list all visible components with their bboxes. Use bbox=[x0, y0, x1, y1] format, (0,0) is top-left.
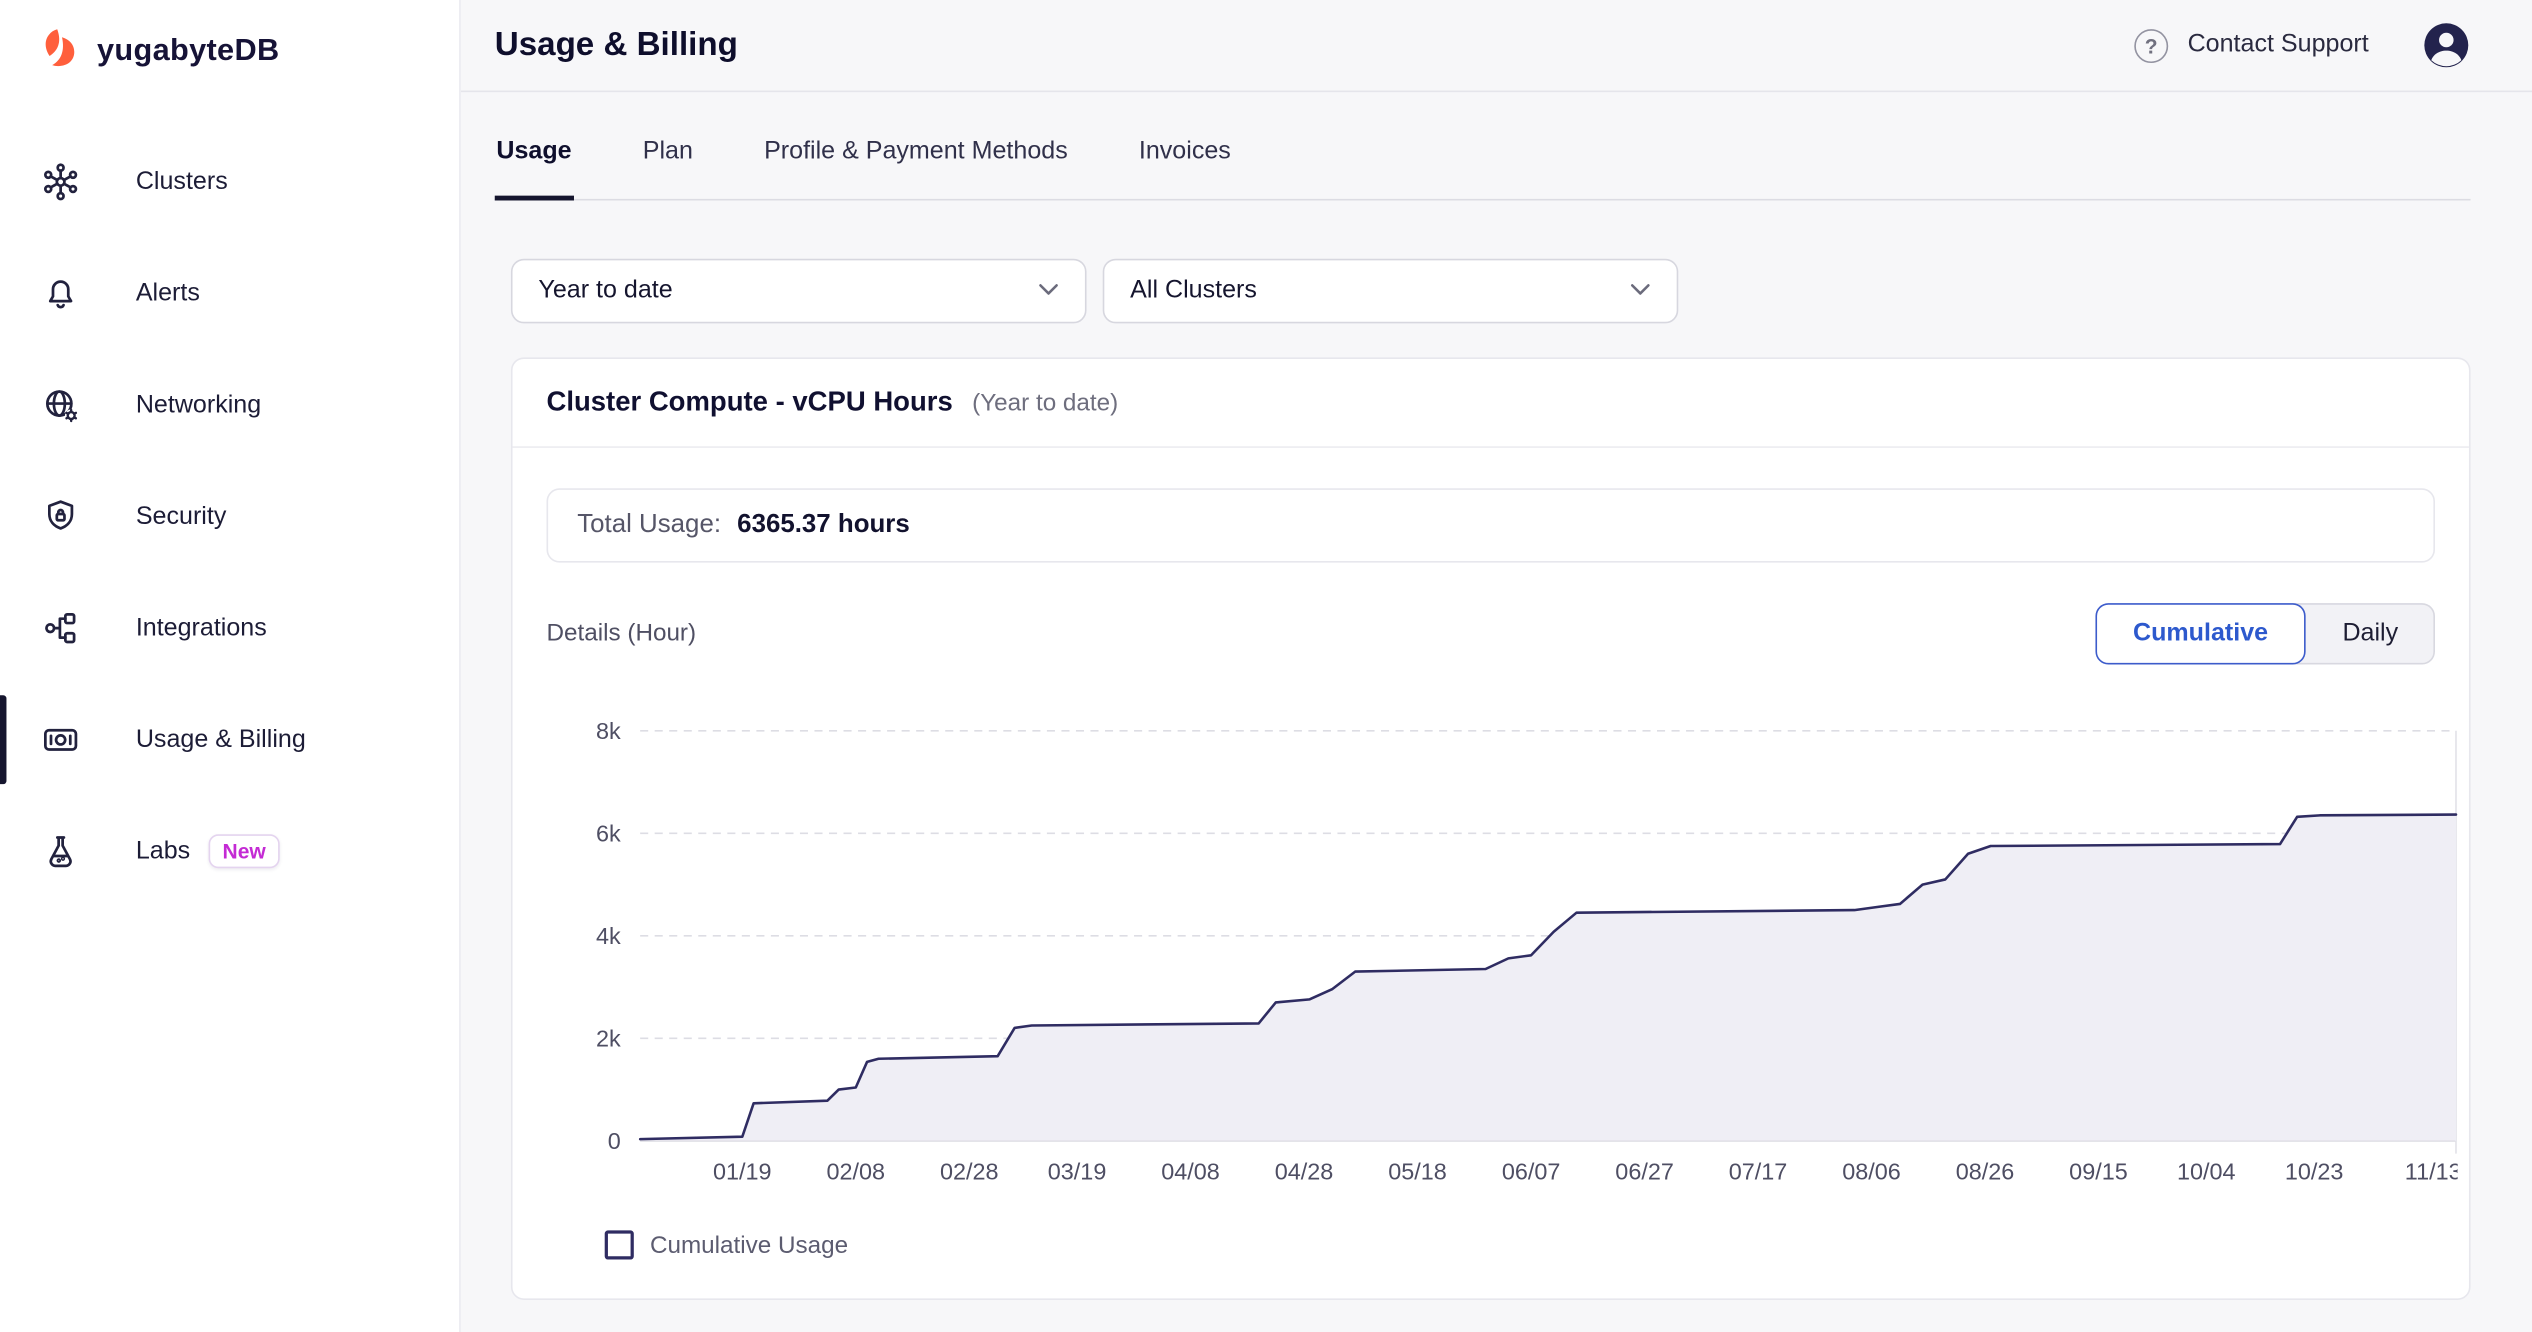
sidebar-item-clusters[interactable]: Clusters bbox=[0, 126, 459, 238]
usage-card-subtitle: (Year to date) bbox=[972, 389, 1118, 416]
svg-text:08/26: 08/26 bbox=[1956, 1158, 2015, 1184]
svg-text:05/18: 05/18 bbox=[1388, 1158, 1447, 1184]
flask-icon bbox=[39, 829, 83, 873]
clusters-icon bbox=[39, 160, 83, 204]
chevron-down-icon bbox=[1630, 283, 1651, 298]
svg-text:4k: 4k bbox=[596, 922, 621, 948]
page-title: Usage & Billing bbox=[495, 26, 738, 65]
svg-text:08/06: 08/06 bbox=[1842, 1158, 1901, 1184]
svg-text:09/15: 09/15 bbox=[2069, 1158, 2128, 1184]
svg-text:01/19: 01/19 bbox=[713, 1158, 772, 1184]
usage-card-header: Cluster Compute - vCPU Hours (Year to da… bbox=[513, 358, 2469, 447]
tab-plan[interactable]: Plan bbox=[641, 137, 694, 198]
details-row: Details (Hour) Cumulative Daily bbox=[546, 602, 2434, 663]
integrations-icon bbox=[39, 606, 83, 650]
svg-text:07/17: 07/17 bbox=[1729, 1158, 1788, 1184]
details-label: Details (Hour) bbox=[546, 619, 696, 646]
svg-text:2k: 2k bbox=[596, 1025, 621, 1051]
svg-text:02/28: 02/28 bbox=[940, 1158, 999, 1184]
svg-text:06/27: 06/27 bbox=[1615, 1158, 1674, 1184]
svg-text:8k: 8k bbox=[596, 717, 621, 743]
svg-text:10/23: 10/23 bbox=[2285, 1158, 2344, 1184]
user-avatar[interactable] bbox=[2422, 21, 2471, 70]
sidebar-item-integrations[interactable]: Integrations bbox=[0, 572, 459, 684]
svg-text:0: 0 bbox=[608, 1127, 621, 1153]
view-mode-toggle: Cumulative Daily bbox=[2095, 602, 2435, 663]
sidebar-item-security[interactable]: Security bbox=[0, 461, 459, 573]
svg-text:02/08: 02/08 bbox=[827, 1158, 886, 1184]
date-range-select[interactable]: Year to date bbox=[511, 258, 1087, 323]
brand-name: yugabyteDB bbox=[97, 34, 279, 70]
brand-logo[interactable]: yugabyteDB bbox=[0, 0, 459, 78]
sidebar-item-alerts[interactable]: Alerts bbox=[0, 238, 459, 350]
filters-row: Year to date All Clusters bbox=[511, 258, 2471, 323]
usage-chart: 0 2k 4k 6k 8k 01/19 02/08 02/28 03/19 04/08 04/28 0… bbox=[546, 703, 2434, 1187]
sidebar: yugabyteDB Clusters bbox=[0, 0, 461, 1332]
main-area: Usage & Billing ? Contact Support Usage … bbox=[461, 0, 2532, 1332]
cumulative-toggle-button[interactable]: Cumulative bbox=[2095, 602, 2305, 663]
billing-icon bbox=[39, 718, 83, 762]
help-icon[interactable]: ? bbox=[2134, 28, 2168, 62]
svg-text:11/13: 11/13 bbox=[2405, 1158, 2458, 1184]
shield-lock-icon bbox=[39, 495, 83, 539]
cluster-select[interactable]: All Clusters bbox=[1103, 258, 1679, 323]
sidebar-item-networking[interactable]: Networking bbox=[0, 349, 459, 461]
svg-text:06/07: 06/07 bbox=[1502, 1158, 1561, 1184]
sidebar-item-label: Security bbox=[136, 502, 227, 531]
screen: yugabyteDB Clusters bbox=[0, 0, 2532, 1332]
date-range-value: Year to date bbox=[538, 276, 672, 305]
sidebar-item-usage-billing[interactable]: Usage & Billing bbox=[0, 684, 459, 796]
sidebar-item-label: Clusters bbox=[136, 167, 228, 196]
yugabyte-logo-icon bbox=[39, 26, 83, 78]
sidebar-item-label: Integrations bbox=[136, 614, 267, 643]
svg-text:6k: 6k bbox=[596, 820, 621, 846]
tab-usage[interactable]: Usage bbox=[495, 137, 573, 198]
contact-support-link[interactable]: Contact Support bbox=[2188, 31, 2369, 60]
billing-tabs: Usage Plan Profile & Payment Methods Inv… bbox=[495, 92, 2471, 200]
labs-new-badge: New bbox=[208, 834, 280, 868]
daily-toggle-button[interactable]: Daily bbox=[2293, 602, 2435, 663]
usage-chart-svg: 0 2k 4k 6k 8k 01/19 02/08 02/28 03/19 04/08 04/28 0… bbox=[546, 703, 2457, 1187]
svg-text:10/04: 10/04 bbox=[2177, 1158, 2236, 1184]
page-header: Usage & Billing ? Contact Support bbox=[461, 0, 2532, 92]
total-usage-box: Total Usage: 6365.37 hours bbox=[546, 488, 2434, 562]
total-usage-value: 6365.37 hours bbox=[737, 510, 910, 539]
svg-text:04/28: 04/28 bbox=[1275, 1158, 1334, 1184]
svg-text:04/08: 04/08 bbox=[1161, 1158, 1220, 1184]
globe-gear-icon bbox=[39, 383, 83, 427]
sidebar-item-label: Alerts bbox=[136, 279, 200, 308]
header-actions: ? Contact Support bbox=[2134, 21, 2470, 70]
legend-checkbox[interactable] bbox=[605, 1230, 634, 1259]
legend-label: Cumulative Usage bbox=[650, 1231, 848, 1258]
cluster-select-value: All Clusters bbox=[1130, 276, 1257, 305]
sidebar-nav: Clusters Alerts bbox=[0, 126, 459, 907]
usage-content: Year to date All Clusters Cluster Comput… bbox=[461, 200, 2532, 1332]
chevron-down-icon bbox=[1038, 283, 1059, 298]
total-usage-label: Total Usage: bbox=[577, 510, 721, 539]
usage-card-body: Total Usage: 6365.37 hours Details (Hour… bbox=[513, 447, 2469, 1298]
tab-profile-payment[interactable]: Profile & Payment Methods bbox=[762, 137, 1069, 198]
tab-invoices[interactable]: Invoices bbox=[1137, 137, 1232, 198]
sidebar-item-label: Networking bbox=[136, 390, 261, 419]
sidebar-item-labs[interactable]: Labs New bbox=[0, 795, 459, 907]
svg-text:03/19: 03/19 bbox=[1048, 1158, 1107, 1184]
app: yugabyteDB Clusters bbox=[0, 0, 2532, 1332]
usage-card-title: Cluster Compute - vCPU Hours bbox=[546, 386, 952, 418]
bell-icon bbox=[39, 272, 83, 316]
sidebar-item-label: Usage & Billing bbox=[136, 725, 306, 754]
chart-legend: Cumulative Usage bbox=[546, 1230, 2434, 1259]
usage-card: Cluster Compute - vCPU Hours (Year to da… bbox=[511, 357, 2471, 1300]
sidebar-item-label: Labs bbox=[136, 837, 190, 866]
